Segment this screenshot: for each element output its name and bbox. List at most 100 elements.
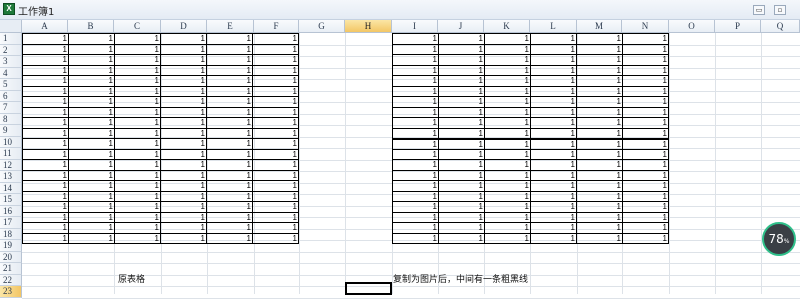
table-cell[interactable]: 1 [114,211,161,223]
table-cell[interactable]: 1 [114,180,161,192]
column-header-g[interactable]: G [299,20,345,33]
row-header-15[interactable]: 15 [0,194,22,206]
row-header-20[interactable]: 20 [0,251,22,263]
table-cell[interactable]: 1 [530,232,577,244]
table-cell[interactable]: 1 [252,138,299,150]
table-cell[interactable]: 1 [392,138,439,150]
table-cell[interactable]: 1 [206,138,253,150]
column-header-m[interactable]: M [577,20,622,33]
table-cell[interactable]: 1 [530,96,577,108]
table-cell[interactable]: 1 [576,85,623,97]
row-header-9[interactable]: 9 [0,125,22,137]
table-cell[interactable]: 1 [484,43,531,55]
table-cell[interactable]: 1 [576,106,623,118]
table-cell[interactable]: 1 [68,64,115,76]
column-header-p[interactable]: P [715,20,761,33]
table-cell[interactable]: 1 [438,180,485,192]
table-cell[interactable]: 1 [622,117,669,129]
table-cell[interactable]: 1 [438,85,485,97]
table-cell[interactable]: 1 [252,190,299,202]
table-cell[interactable]: 1 [206,201,253,213]
table-cell[interactable]: 1 [576,211,623,223]
table-cell[interactable]: 1 [114,201,161,213]
table-cell[interactable]: 1 [68,222,115,234]
table-cell[interactable]: 1 [206,106,253,118]
row-header-2[interactable]: 2 [0,44,22,56]
table-cell[interactable]: 1 [392,127,439,139]
table-cell[interactable]: 1 [206,96,253,108]
table-cell[interactable]: 1 [576,64,623,76]
table-cell[interactable]: 1 [392,85,439,97]
table-cell[interactable]: 1 [68,85,115,97]
table-cell[interactable]: 1 [114,148,161,160]
table-cell[interactable]: 1 [68,211,115,223]
table-cell[interactable]: 1 [68,117,115,129]
table-cell[interactable]: 1 [114,190,161,202]
table-cell[interactable]: 1 [68,201,115,213]
table-cell[interactable]: 1 [206,75,253,87]
table-cell[interactable]: 1 [576,96,623,108]
table-cell[interactable]: 1 [206,117,253,129]
table-cell[interactable]: 1 [438,201,485,213]
table-cell[interactable]: 1 [206,169,253,181]
table-cell[interactable]: 1 [622,211,669,223]
table-cell[interactable]: 1 [114,33,161,45]
table-cell[interactable]: 1 [392,43,439,55]
table-cell[interactable]: 1 [392,33,439,45]
table-cell[interactable]: 1 [484,106,531,118]
table-cell[interactable]: 1 [438,64,485,76]
row-header-8[interactable]: 8 [0,113,22,125]
table-cell[interactable]: 1 [530,85,577,97]
table-cell[interactable]: 1 [22,138,69,150]
table-cell[interactable]: 1 [576,127,623,139]
table-cell[interactable]: 1 [114,43,161,55]
table-cell[interactable]: 1 [22,222,69,234]
table-cell[interactable]: 1 [114,64,161,76]
table-cell[interactable]: 1 [484,180,531,192]
column-header-h[interactable]: H [345,20,392,33]
column-header-b[interactable]: B [68,20,114,33]
table-cell[interactable]: 1 [22,75,69,87]
table-cell[interactable]: 1 [438,117,485,129]
table-cell[interactable]: 1 [22,159,69,171]
table-cell[interactable]: 1 [160,138,207,150]
table-cell[interactable]: 1 [530,106,577,118]
table-cell[interactable]: 1 [438,222,485,234]
table-cell[interactable]: 1 [68,159,115,171]
table-cell[interactable]: 1 [576,117,623,129]
table-cell[interactable]: 1 [252,148,299,160]
active-cell-h23[interactable] [345,282,392,295]
table-cell[interactable]: 1 [392,148,439,160]
table-cell[interactable]: 1 [392,190,439,202]
table-cell[interactable]: 1 [392,96,439,108]
column-header-l[interactable]: L [530,20,577,33]
table-cell[interactable]: 1 [484,75,531,87]
table-cell[interactable]: 1 [114,127,161,139]
row-header-11[interactable]: 11 [0,148,22,160]
table-cell[interactable]: 1 [114,117,161,129]
table-cell[interactable]: 1 [206,85,253,97]
table-cell[interactable]: 1 [252,43,299,55]
table-cell[interactable]: 1 [160,190,207,202]
row-header-4[interactable]: 4 [0,67,22,79]
table-cell[interactable]: 1 [622,148,669,160]
table-cell[interactable]: 1 [530,159,577,171]
row-header-13[interactable]: 13 [0,171,22,183]
table-cell[interactable]: 1 [622,43,669,55]
table-cell[interactable]: 1 [576,180,623,192]
table-cell[interactable]: 1 [484,190,531,202]
table-cell[interactable]: 1 [114,75,161,87]
table-cell[interactable]: 1 [160,43,207,55]
table-cell[interactable]: 1 [68,148,115,160]
restore-button[interactable]: ▫ [774,5,786,15]
table-cell[interactable]: 1 [438,138,485,150]
row-header-22[interactable]: 22 [0,274,22,286]
table-cell[interactable]: 1 [206,232,253,244]
table-cell[interactable]: 1 [114,85,161,97]
table-cell[interactable]: 1 [252,180,299,192]
table-cell[interactable]: 1 [438,33,485,45]
table-cell[interactable]: 1 [68,180,115,192]
table-cell[interactable]: 1 [484,169,531,181]
table-cell[interactable]: 1 [252,232,299,244]
row-header-19[interactable]: 19 [0,240,22,252]
